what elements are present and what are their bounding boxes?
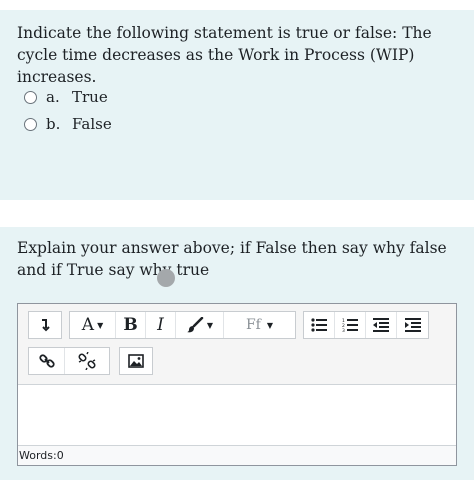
italic-label: I	[157, 315, 164, 335]
option-label: True	[72, 88, 108, 106]
svg-text:3: 3	[342, 328, 345, 332]
indent-icon	[404, 318, 421, 332]
toolbar-group-links	[28, 347, 110, 375]
font-size-button[interactable]: A ▼	[70, 312, 116, 338]
bold-button[interactable]: B	[116, 312, 146, 338]
option-letter: b.	[46, 115, 61, 133]
paintbrush-icon	[186, 317, 204, 333]
insert-image-button[interactable]	[120, 348, 152, 374]
text-editor: A ▼ B I ▼ Ff ▼ 1 2 3 Words:0	[17, 303, 457, 466]
option-label: False	[72, 115, 112, 133]
question-1-card: Indicate the following statement is true…	[0, 10, 474, 200]
cursor-dot	[157, 269, 175, 287]
toolbar-group-media	[119, 347, 153, 375]
show-more-buttons[interactable]	[29, 312, 61, 338]
unordered-list-button[interactable]	[304, 312, 335, 338]
question-2-card: Explain your answer above; if False then…	[0, 227, 474, 480]
bullet-list-icon	[311, 318, 327, 332]
link-button[interactable]	[29, 348, 65, 374]
indent-button[interactable]	[397, 312, 428, 338]
image-icon	[128, 354, 144, 368]
toolbar-group-lists: 123	[303, 311, 429, 339]
ordered-list-button[interactable]: 123	[335, 312, 366, 338]
radio-button[interactable]	[24, 90, 37, 104]
bold-label: B	[123, 315, 138, 335]
font-size-label: A	[81, 315, 95, 335]
arrow-down-icon	[39, 318, 51, 332]
toolbar-group-collapse	[28, 311, 62, 339]
option-letter: a.	[46, 88, 60, 106]
text-color-button[interactable]: ▼	[176, 312, 224, 338]
font-family-button[interactable]: Ff ▼	[224, 312, 295, 338]
caret-down-icon: ▼	[97, 320, 104, 330]
option-b[interactable]: b. False	[24, 114, 112, 134]
italic-button[interactable]: I	[146, 312, 176, 338]
option-a[interactable]: a. True	[24, 87, 108, 107]
question-2-text: Explain your answer above; if False then…	[17, 239, 447, 279]
editor-toolbar: A ▼ B I ▼ Ff ▼ 1 2 3	[18, 304, 456, 385]
numbered-list-icon: 123	[342, 318, 358, 332]
outdent-button[interactable]	[366, 312, 397, 338]
editor-text-area[interactable]	[18, 385, 456, 445]
link-icon	[38, 353, 55, 369]
word-count-label: Words:	[19, 449, 57, 462]
outdent-icon	[373, 318, 389, 332]
word-count-value: 0	[56, 449, 64, 462]
font-family-label: Ff	[245, 317, 261, 333]
caret-down-icon: ▼	[266, 320, 274, 330]
unlink-icon	[78, 352, 96, 370]
question-1-text: Indicate the following statement is true…	[17, 24, 432, 86]
toolbar-group-format: A ▼ B I ▼ Ff ▼	[69, 311, 296, 339]
caret-down-icon: ▼	[206, 320, 214, 330]
radio-button[interactable]	[24, 117, 37, 131]
unlink-button[interactable]	[65, 348, 109, 374]
word-count-status: Words:0	[18, 445, 456, 465]
